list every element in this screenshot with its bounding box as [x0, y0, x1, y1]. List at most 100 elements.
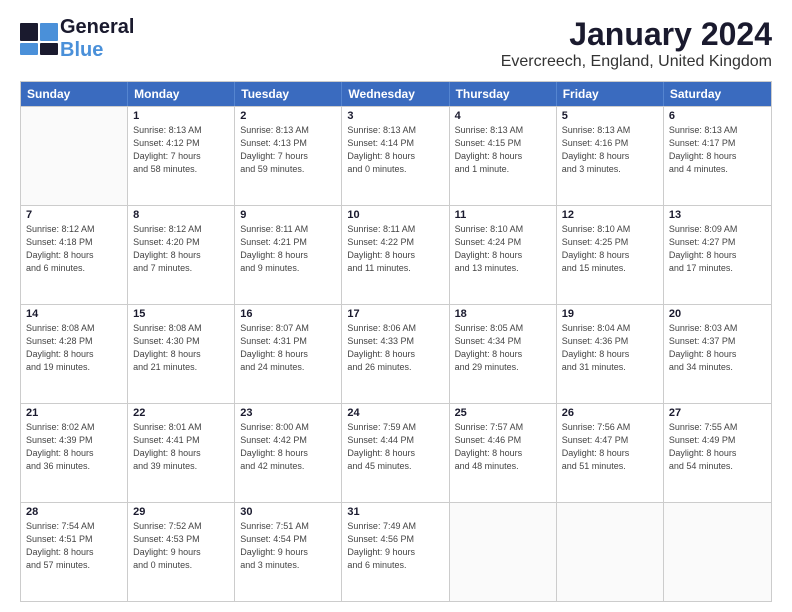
weekday-header: Sunday [21, 82, 128, 106]
calendar-row: 28 Sunrise: 7:54 AM Sunset: 4:51 PM Dayli… [21, 502, 771, 601]
day-number: 13 [669, 209, 766, 221]
calendar-cell: 21 Sunrise: 8:02 AM Sunset: 4:39 PM Dayli… [21, 404, 128, 502]
day-number: 18 [455, 308, 551, 320]
page: General Blue January 2024 Evercreech, En… [0, 0, 792, 612]
day-number: 24 [347, 407, 443, 419]
day-number: 12 [562, 209, 658, 221]
day-info: Sunrise: 7:57 AM Sunset: 4:46 PM Dayligh… [455, 421, 551, 473]
day-number: 20 [669, 308, 766, 320]
calendar-cell: 8Sunrise: 8:12 AM Sunset: 4:20 PM Daylig… [128, 206, 235, 304]
day-number: 11 [455, 209, 551, 221]
day-info: Sunrise: 8:12 AM Sunset: 4:20 PM Dayligh… [133, 223, 229, 275]
day-info: Sunrise: 8:08 AM Sunset: 4:28 PM Dayligh… [26, 322, 122, 374]
weekday-header: Thursday [450, 82, 557, 106]
day-number: 14 [26, 308, 122, 320]
weekday-header: Wednesday [342, 82, 449, 106]
day-info: Sunrise: 8:00 AM Sunset: 4:42 PM Dayligh… [240, 421, 336, 473]
day-info: Sunrise: 8:13 AM Sunset: 4:17 PM Dayligh… [669, 124, 766, 176]
calendar-cell: 25 Sunrise: 7:57 AM Sunset: 4:46 PM Dayli… [450, 404, 557, 502]
calendar-cell: 18 Sunrise: 8:05 AM Sunset: 4:34 PM Dayli… [450, 305, 557, 403]
day-number: 15 [133, 308, 229, 320]
calendar-cell: 6 Sunrise: 8:13 AM Sunset: 4:17 PM Daylig… [664, 107, 771, 205]
day-number: 19 [562, 308, 658, 320]
day-number: 4 [455, 110, 551, 122]
calendar-cell [664, 503, 771, 601]
calendar-cell: 2Sunrise: 8:13 AM Sunset: 4:13 PM Daylig… [235, 107, 342, 205]
day-info: Sunrise: 7:51 AM Sunset: 4:54 PM Dayligh… [240, 520, 336, 572]
day-info: Sunrise: 7:56 AM Sunset: 4:47 PM Dayligh… [562, 421, 658, 473]
day-info: Sunrise: 8:08 AM Sunset: 4:30 PM Dayligh… [133, 322, 229, 374]
day-info: Sunrise: 8:13 AM Sunset: 4:15 PM Dayligh… [455, 124, 551, 176]
weekday-header: Saturday [664, 82, 771, 106]
day-info: Sunrise: 8:09 AM Sunset: 4:27 PM Dayligh… [669, 223, 766, 275]
calendar-cell: 19Sunrise: 8:04 AM Sunset: 4:36 PM Dayli… [557, 305, 664, 403]
day-info: Sunrise: 8:07 AM Sunset: 4:31 PM Dayligh… [240, 322, 336, 374]
calendar-row: 1 Sunrise: 8:13 AM Sunset: 4:12 PM Daylig… [21, 106, 771, 205]
title-block: January 2024 Evercreech, England, United… [501, 16, 772, 71]
calendar-row: 14 Sunrise: 8:08 AM Sunset: 4:28 PM Dayli… [21, 304, 771, 403]
day-info: Sunrise: 8:10 AM Sunset: 4:25 PM Dayligh… [562, 223, 658, 275]
day-info: Sunrise: 8:02 AM Sunset: 4:39 PM Dayligh… [26, 421, 122, 473]
calendar: SundayMondayTuesdayWednesdayThursdayFrid… [20, 81, 772, 602]
calendar-cell: 20 Sunrise: 8:03 AM Sunset: 4:37 PM Dayli… [664, 305, 771, 403]
logo: General Blue [20, 16, 134, 62]
main-title: January 2024 [501, 16, 772, 53]
calendar-row: 7Sunrise: 8:12 AM Sunset: 4:18 PM Daylig… [21, 205, 771, 304]
day-number: 1 [133, 110, 229, 122]
day-info: Sunrise: 8:13 AM Sunset: 4:13 PM Dayligh… [240, 124, 336, 176]
day-info: Sunrise: 8:11 AM Sunset: 4:21 PM Dayligh… [240, 223, 336, 275]
calendar-cell: 4 Sunrise: 8:13 AM Sunset: 4:15 PM Daylig… [450, 107, 557, 205]
day-number: 27 [669, 407, 766, 419]
calendar-cell: 14 Sunrise: 8:08 AM Sunset: 4:28 PM Dayli… [21, 305, 128, 403]
day-number: 26 [562, 407, 658, 419]
calendar-cell: 24 Sunrise: 7:59 AM Sunset: 4:44 PM Dayli… [342, 404, 449, 502]
calendar-cell: 1 Sunrise: 8:13 AM Sunset: 4:12 PM Daylig… [128, 107, 235, 205]
day-info: Sunrise: 8:01 AM Sunset: 4:41 PM Dayligh… [133, 421, 229, 473]
day-info: Sunrise: 8:05 AM Sunset: 4:34 PM Dayligh… [455, 322, 551, 374]
calendar-cell: 29Sunrise: 7:52 AM Sunset: 4:53 PM Dayli… [128, 503, 235, 601]
day-number: 22 [133, 407, 229, 419]
day-info: Sunrise: 8:13 AM Sunset: 4:14 PM Dayligh… [347, 124, 443, 176]
day-number: 28 [26, 506, 122, 518]
day-info: Sunrise: 8:13 AM Sunset: 4:12 PM Dayligh… [133, 124, 229, 176]
logo-blue-text: Blue [60, 39, 103, 61]
calendar-cell: 15 Sunrise: 8:08 AM Sunset: 4:30 PM Dayli… [128, 305, 235, 403]
day-number: 30 [240, 506, 336, 518]
calendar-cell: 22 Sunrise: 8:01 AM Sunset: 4:41 PM Dayli… [128, 404, 235, 502]
calendar-row: 21 Sunrise: 8:02 AM Sunset: 4:39 PM Dayli… [21, 403, 771, 502]
day-number: 25 [455, 407, 551, 419]
calendar-cell: 16 Sunrise: 8:07 AM Sunset: 4:31 PM Dayli… [235, 305, 342, 403]
day-info: Sunrise: 8:03 AM Sunset: 4:37 PM Dayligh… [669, 322, 766, 374]
calendar-cell: 28 Sunrise: 7:54 AM Sunset: 4:51 PM Dayli… [21, 503, 128, 601]
day-number: 21 [26, 407, 122, 419]
day-info: Sunrise: 7:59 AM Sunset: 4:44 PM Dayligh… [347, 421, 443, 473]
day-number: 9 [240, 209, 336, 221]
calendar-cell: 26 Sunrise: 7:56 AM Sunset: 4:47 PM Dayli… [557, 404, 664, 502]
day-number: 10 [347, 209, 443, 221]
calendar-cell: 3Sunrise: 8:13 AM Sunset: 4:14 PM Daylig… [342, 107, 449, 205]
day-info: Sunrise: 7:54 AM Sunset: 4:51 PM Dayligh… [26, 520, 122, 572]
day-number: 17 [347, 308, 443, 320]
calendar-cell [450, 503, 557, 601]
calendar-cell: 11 Sunrise: 8:10 AM Sunset: 4:24 PM Dayli… [450, 206, 557, 304]
calendar-cell [557, 503, 664, 601]
calendar-header: SundayMondayTuesdayWednesdayThursdayFrid… [21, 82, 771, 106]
day-number: 7 [26, 209, 122, 221]
day-info: Sunrise: 7:49 AM Sunset: 4:56 PM Dayligh… [347, 520, 443, 572]
weekday-header: Monday [128, 82, 235, 106]
subtitle: Evercreech, England, United Kingdom [501, 53, 772, 71]
day-number: 16 [240, 308, 336, 320]
logo-icon [20, 23, 58, 55]
day-number: 5 [562, 110, 658, 122]
day-number: 29 [133, 506, 229, 518]
day-number: 6 [669, 110, 766, 122]
logo-general-text: General [60, 16, 134, 38]
calendar-cell: 31Sunrise: 7:49 AM Sunset: 4:56 PM Dayli… [342, 503, 449, 601]
calendar-cell: 30 Sunrise: 7:51 AM Sunset: 4:54 PM Dayli… [235, 503, 342, 601]
calendar-cell: 13 Sunrise: 8:09 AM Sunset: 4:27 PM Dayli… [664, 206, 771, 304]
day-info: Sunrise: 8:10 AM Sunset: 4:24 PM Dayligh… [455, 223, 551, 275]
calendar-cell: 5Sunrise: 8:13 AM Sunset: 4:16 PM Daylig… [557, 107, 664, 205]
day-number: 23 [240, 407, 336, 419]
weekday-header: Friday [557, 82, 664, 106]
day-info: Sunrise: 7:55 AM Sunset: 4:49 PM Dayligh… [669, 421, 766, 473]
